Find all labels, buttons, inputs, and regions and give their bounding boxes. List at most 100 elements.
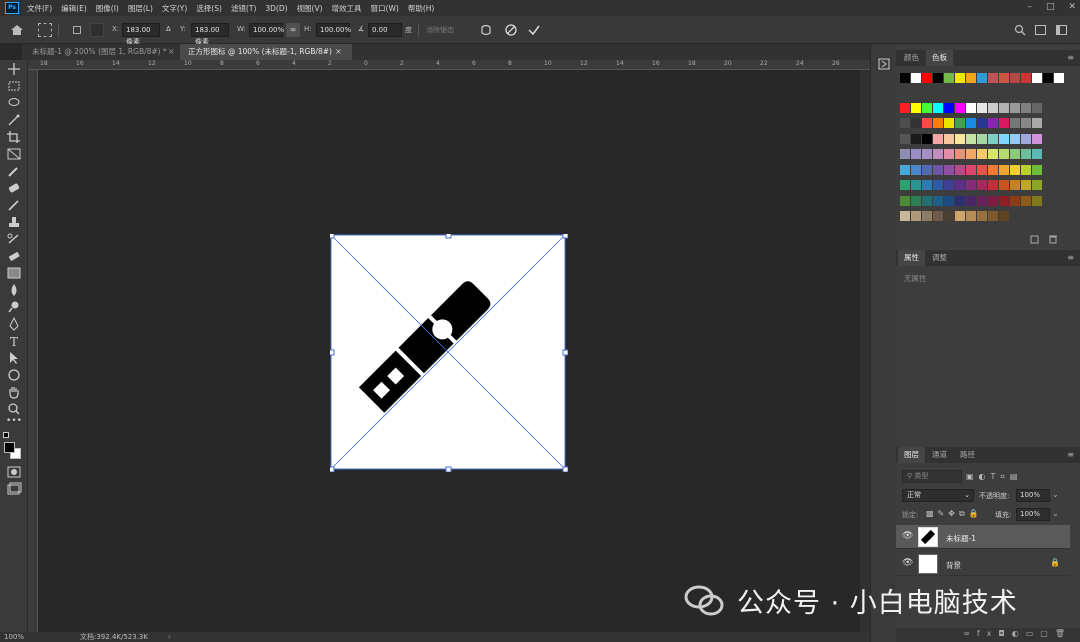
color-swatch[interactable] [977, 195, 987, 206]
menu-filter[interactable]: 滤镜(T) [231, 3, 256, 14]
transform-handle[interactable] [445, 234, 452, 239]
maximize-icon[interactable]: □ [1046, 2, 1055, 12]
menu-type[interactable]: 文字(Y) [162, 3, 187, 14]
color-swatch[interactable] [999, 102, 1009, 113]
color-swatch[interactable] [1021, 133, 1031, 144]
zoom-tool-icon[interactable] [6, 402, 22, 416]
magic-wand-icon[interactable] [6, 113, 22, 127]
color-swatch[interactable] [922, 180, 932, 190]
color-swatch[interactable] [988, 118, 998, 128]
marquee-tool-icon[interactable] [6, 79, 22, 93]
dodge-tool-icon[interactable] [6, 300, 22, 314]
delta-icon[interactable]: ∆ [166, 25, 171, 33]
visibility-eye-icon[interactable]: 👁 [902, 531, 913, 541]
reference-point-icon[interactable] [38, 23, 52, 37]
layer-row[interactable]: 👁 未标题-1 [896, 525, 1070, 549]
color-swatch[interactable] [977, 102, 987, 113]
layer-name[interactable]: 背景 [946, 560, 961, 571]
eyedropper-icon[interactable] [6, 164, 22, 178]
close-icon[interactable]: ✕ [1068, 2, 1076, 12]
color-swatch[interactable] [955, 211, 965, 221]
color-swatch[interactable] [966, 102, 976, 113]
commit-icon[interactable] [528, 24, 540, 36]
panel-menu-icon[interactable]: ≡ [1067, 50, 1074, 66]
tab-properties[interactable]: 属性 [898, 250, 925, 266]
color-swatch[interactable] [988, 180, 998, 190]
color-swatch[interactable] [933, 133, 943, 144]
color-swatch[interactable] [922, 118, 932, 128]
color-swatch[interactable] [977, 149, 987, 159]
move-tool-icon[interactable] [6, 62, 22, 76]
panel-menu-icon[interactable]: ≡ [1067, 250, 1074, 266]
gradient-tool-icon[interactable] [6, 266, 22, 280]
layer-filter-input[interactable]: ⚲ 类型 [902, 470, 962, 483]
color-swatch[interactable] [944, 149, 954, 159]
lock-options-icons[interactable]: ▩✎✥⧉🔒 [926, 509, 986, 519]
screen-mode-icon[interactable] [6, 482, 22, 496]
brush-tool-icon[interactable] [6, 198, 22, 212]
color-swatch[interactable] [955, 102, 965, 113]
tab-adjustments[interactable]: 调整 [926, 250, 953, 266]
color-swatch[interactable] [900, 102, 910, 113]
color-swatch[interactable] [900, 149, 910, 159]
color-swatch[interactable] [955, 149, 965, 159]
color-swatch[interactable] [933, 211, 943, 221]
color-swatch[interactable] [988, 133, 998, 144]
layer-actions-icons[interactable]: ∞fx◘◐▭▢🗑 [963, 629, 1072, 638]
color-swatch[interactable] [944, 164, 954, 175]
x-field[interactable]: 183.00 像素 [122, 23, 160, 46]
tab-layers[interactable]: 图层 [898, 447, 925, 463]
color-swatch[interactable] [966, 118, 976, 128]
color-swatch[interactable] [999, 164, 1009, 175]
tab-swatches[interactable]: 色板 [926, 50, 953, 66]
transform-handle[interactable] [562, 466, 568, 472]
default-colors-icon[interactable] [3, 432, 9, 438]
angle-field[interactable]: 0.00 [368, 23, 402, 37]
menu-image[interactable]: 图像(I) [96, 3, 119, 14]
vertical-scrollbar[interactable] [860, 70, 870, 632]
menu-layer[interactable]: 图层(L) [128, 3, 153, 14]
color-swatch[interactable] [977, 164, 987, 175]
color-swatch[interactable] [911, 133, 921, 144]
color-swatch[interactable] [922, 102, 932, 113]
color-swatch[interactable] [1021, 73, 1031, 83]
history-brush-icon[interactable] [6, 232, 22, 246]
tab-color[interactable]: 颜色 [898, 50, 925, 66]
color-swatch[interactable] [1032, 102, 1042, 113]
lasso-tool-icon[interactable] [6, 96, 22, 110]
color-swatch[interactable] [988, 195, 998, 206]
color-swatch[interactable] [944, 211, 954, 221]
color-swatch[interactable] [900, 211, 910, 221]
color-swatch[interactable] [1010, 73, 1020, 83]
checkbox-icon[interactable] [73, 26, 81, 34]
transform-handle[interactable] [562, 349, 568, 356]
color-swatch[interactable] [933, 102, 943, 113]
color-swatch[interactable] [988, 102, 998, 113]
color-swatch[interactable] [900, 133, 910, 144]
color-swatch[interactable] [977, 180, 987, 190]
color-swatch[interactable] [999, 73, 1009, 83]
layer-name[interactable]: 未标题-1 [946, 533, 976, 544]
tab-untitled[interactable]: 未标题-1 @ 200% (图层 1, RGB/8#) * [24, 44, 179, 60]
chevron-down-icon[interactable]: ⌄ [1052, 509, 1059, 518]
foreground-color-swatch[interactable] [4, 442, 15, 453]
home-icon[interactable] [10, 24, 24, 36]
color-swatch[interactable] [1043, 73, 1053, 83]
color-swatch[interactable] [944, 73, 954, 83]
minimize-icon[interactable]: – [1027, 2, 1032, 12]
menu-edit[interactable]: 编辑(E) [61, 3, 87, 14]
tab-close-icon[interactable]: × [335, 47, 342, 56]
search-icon[interactable] [1014, 24, 1026, 36]
fill-field[interactable]: 100% [1016, 508, 1050, 521]
color-swatch[interactable] [1032, 164, 1042, 175]
color-swatch[interactable] [1010, 133, 1020, 144]
color-swatch[interactable] [955, 133, 965, 144]
transform-handle[interactable] [445, 466, 452, 472]
color-swatch[interactable] [1054, 73, 1064, 83]
color-swatch[interactable] [999, 118, 1009, 128]
trash-icon[interactable] [1048, 234, 1058, 244]
interpolation-label[interactable]: 消除锯齿 [426, 25, 454, 35]
type-tool-icon[interactable]: T [6, 334, 22, 348]
color-swatch[interactable] [900, 164, 910, 175]
color-swatch[interactable] [1021, 164, 1031, 175]
